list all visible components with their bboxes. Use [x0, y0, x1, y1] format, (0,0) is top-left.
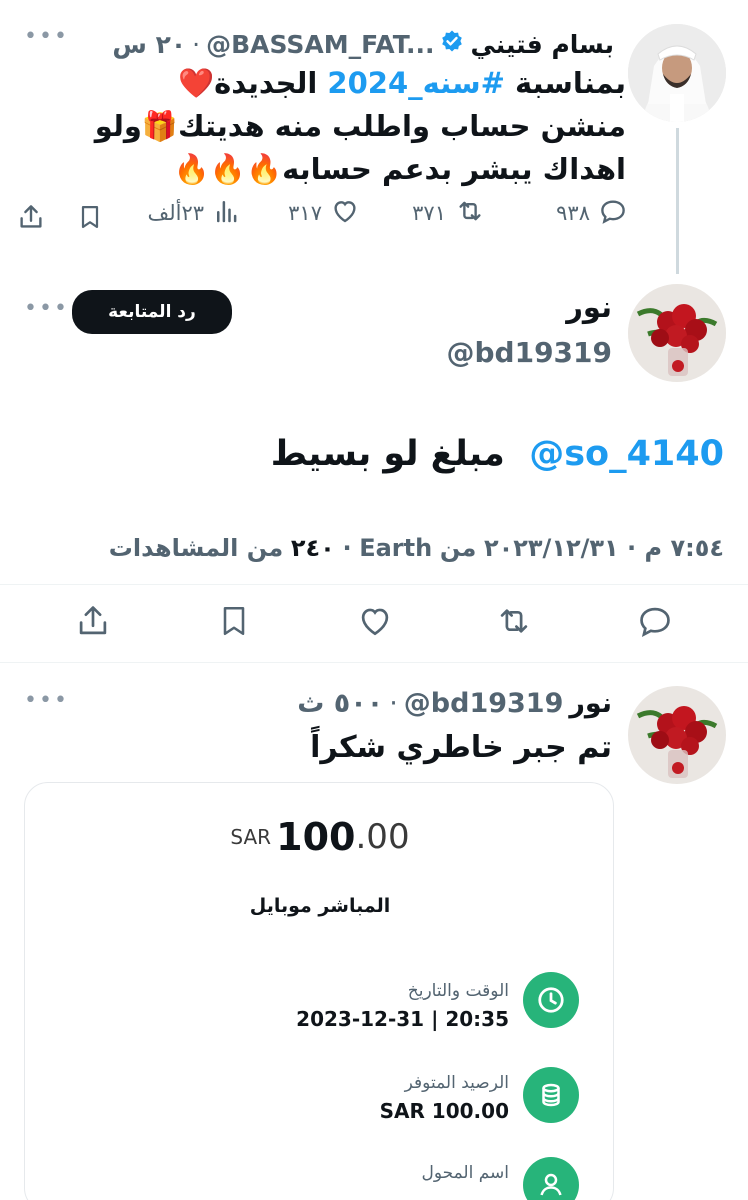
tweet-meta: ٧:٥٤ م · ٢٠٢٣/١٢/٣١ من Earth · ٢٤٠ من ال…: [108, 534, 724, 562]
reply-button[interactable]: ٩٣٨: [556, 196, 628, 230]
like-button[interactable]: [356, 602, 394, 644]
datetime-label: الوقت والتاريخ: [407, 981, 509, 1001]
source-name[interactable]: Earth: [359, 534, 432, 562]
balance-label: الرصيد المتوفر: [404, 1073, 509, 1093]
bookmark-icon: [216, 602, 252, 644]
datetime-value: 2023-12-31 | 20:35: [296, 1007, 509, 1031]
amount-main: 100: [276, 815, 356, 859]
action-bar: ٩٣٨ ٣٧١ ٣١٧ ٢٣ألف: [14, 196, 628, 240]
mention-link[interactable]: @so_4140: [529, 434, 724, 474]
user-icon: [523, 1157, 579, 1200]
avatar[interactable]: [628, 686, 726, 784]
views-count: ٢٤٠: [290, 534, 335, 562]
amount-cents: .00: [355, 817, 410, 857]
tweet-header: نور @bd19319 · ٥٠٠ ث: [297, 688, 612, 719]
thread-line: [676, 128, 679, 274]
detail-action-bar: [0, 600, 748, 646]
reply-count: ٩٣٨: [556, 201, 590, 225]
heart-icon: [356, 602, 394, 644]
like-count: ٣١٧: [288, 201, 322, 225]
retweet-button[interactable]: ٣٧١: [412, 196, 486, 230]
share-icon: [16, 202, 46, 236]
divider: [0, 662, 748, 663]
reply-icon: [636, 602, 674, 644]
share-button[interactable]: [16, 202, 46, 236]
tweet-line-1: بمناسبة #سنه_2024 الجديدة❤️: [177, 66, 626, 100]
more-options-icon[interactable]: •••: [24, 24, 69, 49]
coins-icon: [523, 1067, 579, 1123]
bookmark-icon: [76, 202, 104, 236]
source-prefix: من: [439, 534, 477, 562]
like-button[interactable]: ٣١٧: [288, 196, 360, 230]
clock-icon: [523, 972, 579, 1028]
retweet-icon: [494, 602, 534, 644]
timestamp[interactable]: ٢٠ س: [112, 30, 186, 59]
verified-badge-icon: [440, 29, 464, 59]
hashtag-link[interactable]: #سنه_2024: [327, 66, 504, 100]
retweet-button[interactable]: [494, 602, 534, 644]
follow-back-button[interactable]: رد المتابعة: [72, 290, 232, 334]
receipt-image[interactable]: SAR 100.00 المباشر موبايل الوقت والتاريخ…: [24, 782, 614, 1200]
tweet-line-3: اهداك يبشر بدعم حسابه🔥🔥🔥: [173, 152, 626, 186]
display-name[interactable]: نور: [569, 688, 612, 719]
tweet-header: بسام فتيني @BASSAM_FAT... · ٢٠ س: [112, 29, 614, 59]
balance-value: SAR 100.00: [379, 1099, 509, 1123]
post-datetime[interactable]: ٧:٥٤ م · ٢٠٢٣/١٢/٣١: [484, 534, 724, 562]
reply-icon: [598, 196, 628, 230]
heart-icon: [330, 196, 360, 230]
roses-avatar-image: [628, 686, 726, 784]
tweet-text: تم جبر خاطري شكراً: [310, 730, 612, 765]
more-options-icon[interactable]: •••: [24, 296, 69, 321]
handle[interactable]: @bd19319: [447, 336, 613, 369]
retweet-icon: [454, 196, 486, 230]
display-name[interactable]: بسام فتيني: [470, 30, 614, 59]
roses-avatar-image: [628, 284, 726, 382]
avatar[interactable]: [628, 284, 726, 382]
tweet-text: بمناسبة #سنه_2024 الجديدة❤️ منشن حساب وا…: [66, 62, 626, 191]
bookmark-button[interactable]: [76, 202, 104, 236]
sender-name-label: اسم المحول: [421, 1163, 509, 1183]
bookmark-button[interactable]: [216, 602, 252, 644]
currency-label: SAR: [230, 825, 272, 849]
more-options-icon[interactable]: •••: [24, 688, 69, 713]
views-label: من المشاهدات: [108, 534, 284, 562]
amount: SAR 100.00: [25, 815, 613, 859]
avatar[interactable]: [628, 24, 726, 122]
share-icon: [74, 602, 112, 644]
divider: [0, 584, 748, 585]
views-chart-icon: [212, 196, 242, 230]
timestamp[interactable]: ٥٠٠ ث: [297, 688, 383, 719]
tweet-line-2: منشن حساب واطلب منه هديتك🎁ولو: [94, 109, 626, 143]
reply-button[interactable]: [636, 602, 674, 644]
reply-text: @so_4140 مبلغ لو بسيط: [270, 434, 724, 474]
views-button[interactable]: ٢٣ألف: [147, 196, 242, 230]
avatar-image: [628, 24, 726, 122]
merchant-name: المباشر موبايل: [249, 895, 391, 917]
retweet-count: ٣٧١: [412, 201, 446, 225]
display-name[interactable]: نور: [566, 290, 612, 324]
share-button[interactable]: [74, 602, 112, 644]
views-count: ٢٣ألف: [147, 201, 204, 225]
handle[interactable]: @bd19319: [404, 688, 564, 719]
handle[interactable]: @BASSAM_FAT...: [206, 30, 434, 59]
